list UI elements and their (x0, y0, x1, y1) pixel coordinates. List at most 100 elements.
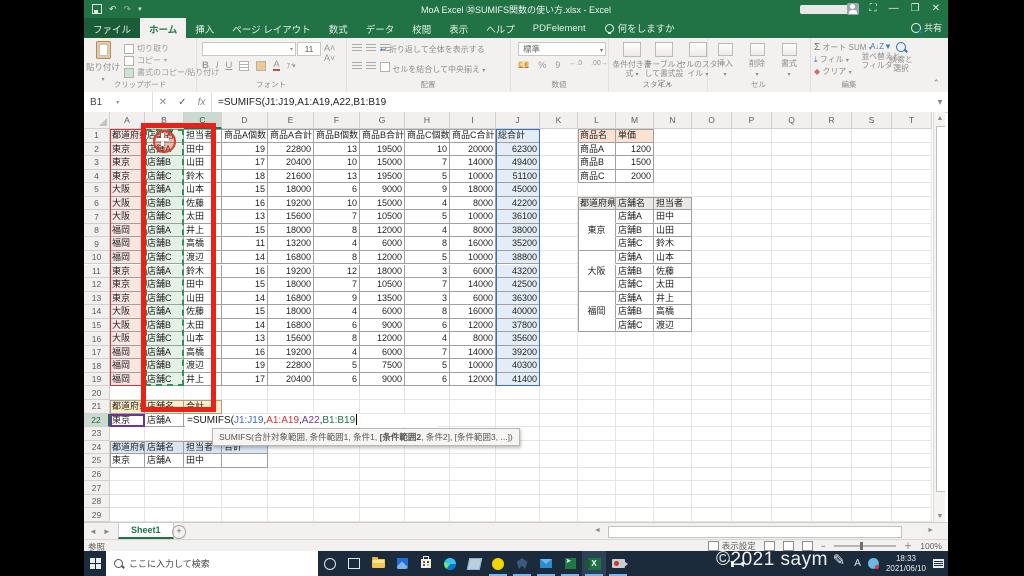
cell-T18[interactable] (892, 359, 932, 373)
cell-M18[interactable] (616, 359, 654, 373)
cell-L13[interactable] (578, 291, 616, 306)
cell-O7[interactable] (692, 210, 732, 224)
cell-J16[interactable]: 35600 (496, 332, 540, 346)
column-header-H[interactable]: H (405, 112, 450, 129)
cell-C8[interactable]: 井上 (184, 223, 222, 238)
cell-P2[interactable] (732, 142, 772, 157)
cell-L26[interactable] (578, 467, 616, 482)
cell-A9[interactable]: 福岡 (110, 237, 145, 251)
align-middle-icon[interactable] (366, 44, 376, 52)
cell-S19[interactable] (852, 372, 892, 387)
cell-L4[interactable]: 商品C (578, 169, 616, 184)
scroll-right-icon[interactable]: ► (927, 527, 934, 534)
column-header-T[interactable]: T (892, 112, 932, 129)
cell-B28[interactable] (145, 494, 184, 509)
cell-B15[interactable]: 店舗B (145, 318, 184, 333)
row-header-11[interactable]: 11 (84, 264, 110, 279)
cell-J13[interactable]: 36300 (496, 291, 540, 306)
cell-E6[interactable]: 19200 (268, 196, 314, 211)
cell-H11[interactable]: 3 (405, 264, 450, 279)
cell-P12[interactable] (732, 278, 772, 292)
cell-M22[interactable] (616, 413, 654, 428)
cell-A19[interactable]: 福岡 (110, 372, 145, 387)
cell-F15[interactable]: 6 (314, 318, 360, 333)
page-break-view-icon[interactable] (801, 541, 813, 551)
cell-J7[interactable]: 36100 (496, 210, 540, 224)
cell-D3[interactable]: 17 (222, 156, 268, 170)
column-header-D[interactable]: D (222, 112, 268, 129)
cell-B1[interactable]: 店舗名 (145, 129, 184, 143)
cell-J26[interactable] (496, 467, 540, 482)
cell-H2[interactable]: 10 (405, 142, 450, 157)
cell-F19[interactable]: 6 (314, 372, 360, 387)
task-view-button[interactable] (342, 551, 366, 576)
tab-home[interactable]: ホーム (140, 18, 187, 38)
cell-F8[interactable]: 8 (314, 223, 360, 238)
delete-cells-button[interactable]: 削除 ▾ (741, 43, 773, 78)
cell-A23[interactable] (110, 427, 145, 441)
select-all-corner[interactable] (84, 112, 110, 129)
tab-file[interactable]: ファイル (84, 18, 141, 38)
cell-A18[interactable]: 福岡 (110, 359, 145, 373)
cell-A20[interactable] (110, 386, 145, 400)
ribbon-display-options-icon[interactable]: ⛶ (870, 0, 877, 18)
cell-M28[interactable] (616, 494, 654, 509)
cell-C6[interactable]: 佐藤 (184, 196, 222, 211)
cell-L12[interactable] (578, 278, 616, 292)
cell-I8[interactable]: 8000 (450, 223, 496, 238)
cell-S10[interactable] (852, 250, 892, 265)
cell-T15[interactable] (892, 318, 932, 333)
cell-N21[interactable] (654, 400, 692, 414)
cell-J4[interactable]: 51100 (496, 169, 540, 184)
cell-K28[interactable] (540, 494, 578, 509)
cell-I17[interactable]: 14000 (450, 345, 496, 360)
cell-Q24[interactable] (772, 440, 812, 455)
cell-D5[interactable]: 15 (222, 183, 268, 197)
cell-O22[interactable] (692, 413, 732, 428)
cell-I27[interactable] (450, 481, 496, 495)
cell-E11[interactable]: 19200 (268, 264, 314, 279)
close-button[interactable]: ✕ (932, 0, 940, 18)
cell-R9[interactable] (812, 237, 852, 251)
row-header-17[interactable]: 17 (84, 345, 110, 360)
cell-R3[interactable] (812, 156, 852, 170)
cell-J14[interactable]: 40000 (496, 305, 540, 319)
fill-color-icon[interactable] (256, 60, 267, 71)
cell-B6[interactable]: 店舗B (145, 196, 184, 211)
row-header-19[interactable]: 19 (84, 372, 110, 387)
clear-button[interactable]: ◆ クリア ▾ (814, 66, 852, 77)
cell-O13[interactable] (692, 291, 732, 306)
cell-I13[interactable]: 6000 (450, 291, 496, 306)
cell-F18[interactable]: 5 (314, 359, 360, 373)
cell-O12[interactable] (692, 278, 732, 292)
cell-B9[interactable]: 店舗B (145, 237, 184, 251)
cell-K23[interactable] (540, 427, 578, 441)
cell-B17[interactable]: 店舗A (145, 345, 184, 360)
cell-M8[interactable]: 店舗B (616, 223, 654, 238)
cortana-button[interactable] (318, 551, 342, 576)
cell-E8[interactable]: 18000 (268, 223, 314, 238)
cell-S11[interactable] (852, 264, 892, 279)
currency-icon[interactable]: 💴 (518, 60, 529, 71)
cell-Q1[interactable] (772, 129, 812, 143)
cell-P10[interactable] (732, 250, 772, 265)
cell-N24[interactable] (654, 440, 692, 455)
cell-L5[interactable] (578, 183, 616, 197)
font-color-icon[interactable]: A (273, 59, 280, 71)
row-header-1[interactable]: 1 (84, 129, 110, 143)
cell-I18[interactable]: 10000 (450, 359, 496, 373)
cell-H9[interactable]: 8 (405, 237, 450, 251)
cell-H5[interactable]: 9 (405, 183, 450, 197)
cell-J22[interactable] (496, 413, 540, 428)
cell-T1[interactable] (892, 129, 932, 143)
cell-O4[interactable] (692, 169, 732, 184)
file-explorer-button[interactable] (366, 551, 390, 576)
cell-I1[interactable]: 商品C合計 (450, 129, 496, 143)
horizontal-scroll-thumb[interactable] (608, 526, 902, 538)
cell-M9[interactable]: 店舗C (616, 237, 654, 251)
cell-C29[interactable] (184, 508, 222, 522)
cell-L27[interactable] (578, 481, 616, 495)
cell-D16[interactable]: 13 (222, 332, 268, 346)
cell-S26[interactable] (852, 467, 892, 482)
vertical-scroll-thumb[interactable] (936, 126, 945, 492)
